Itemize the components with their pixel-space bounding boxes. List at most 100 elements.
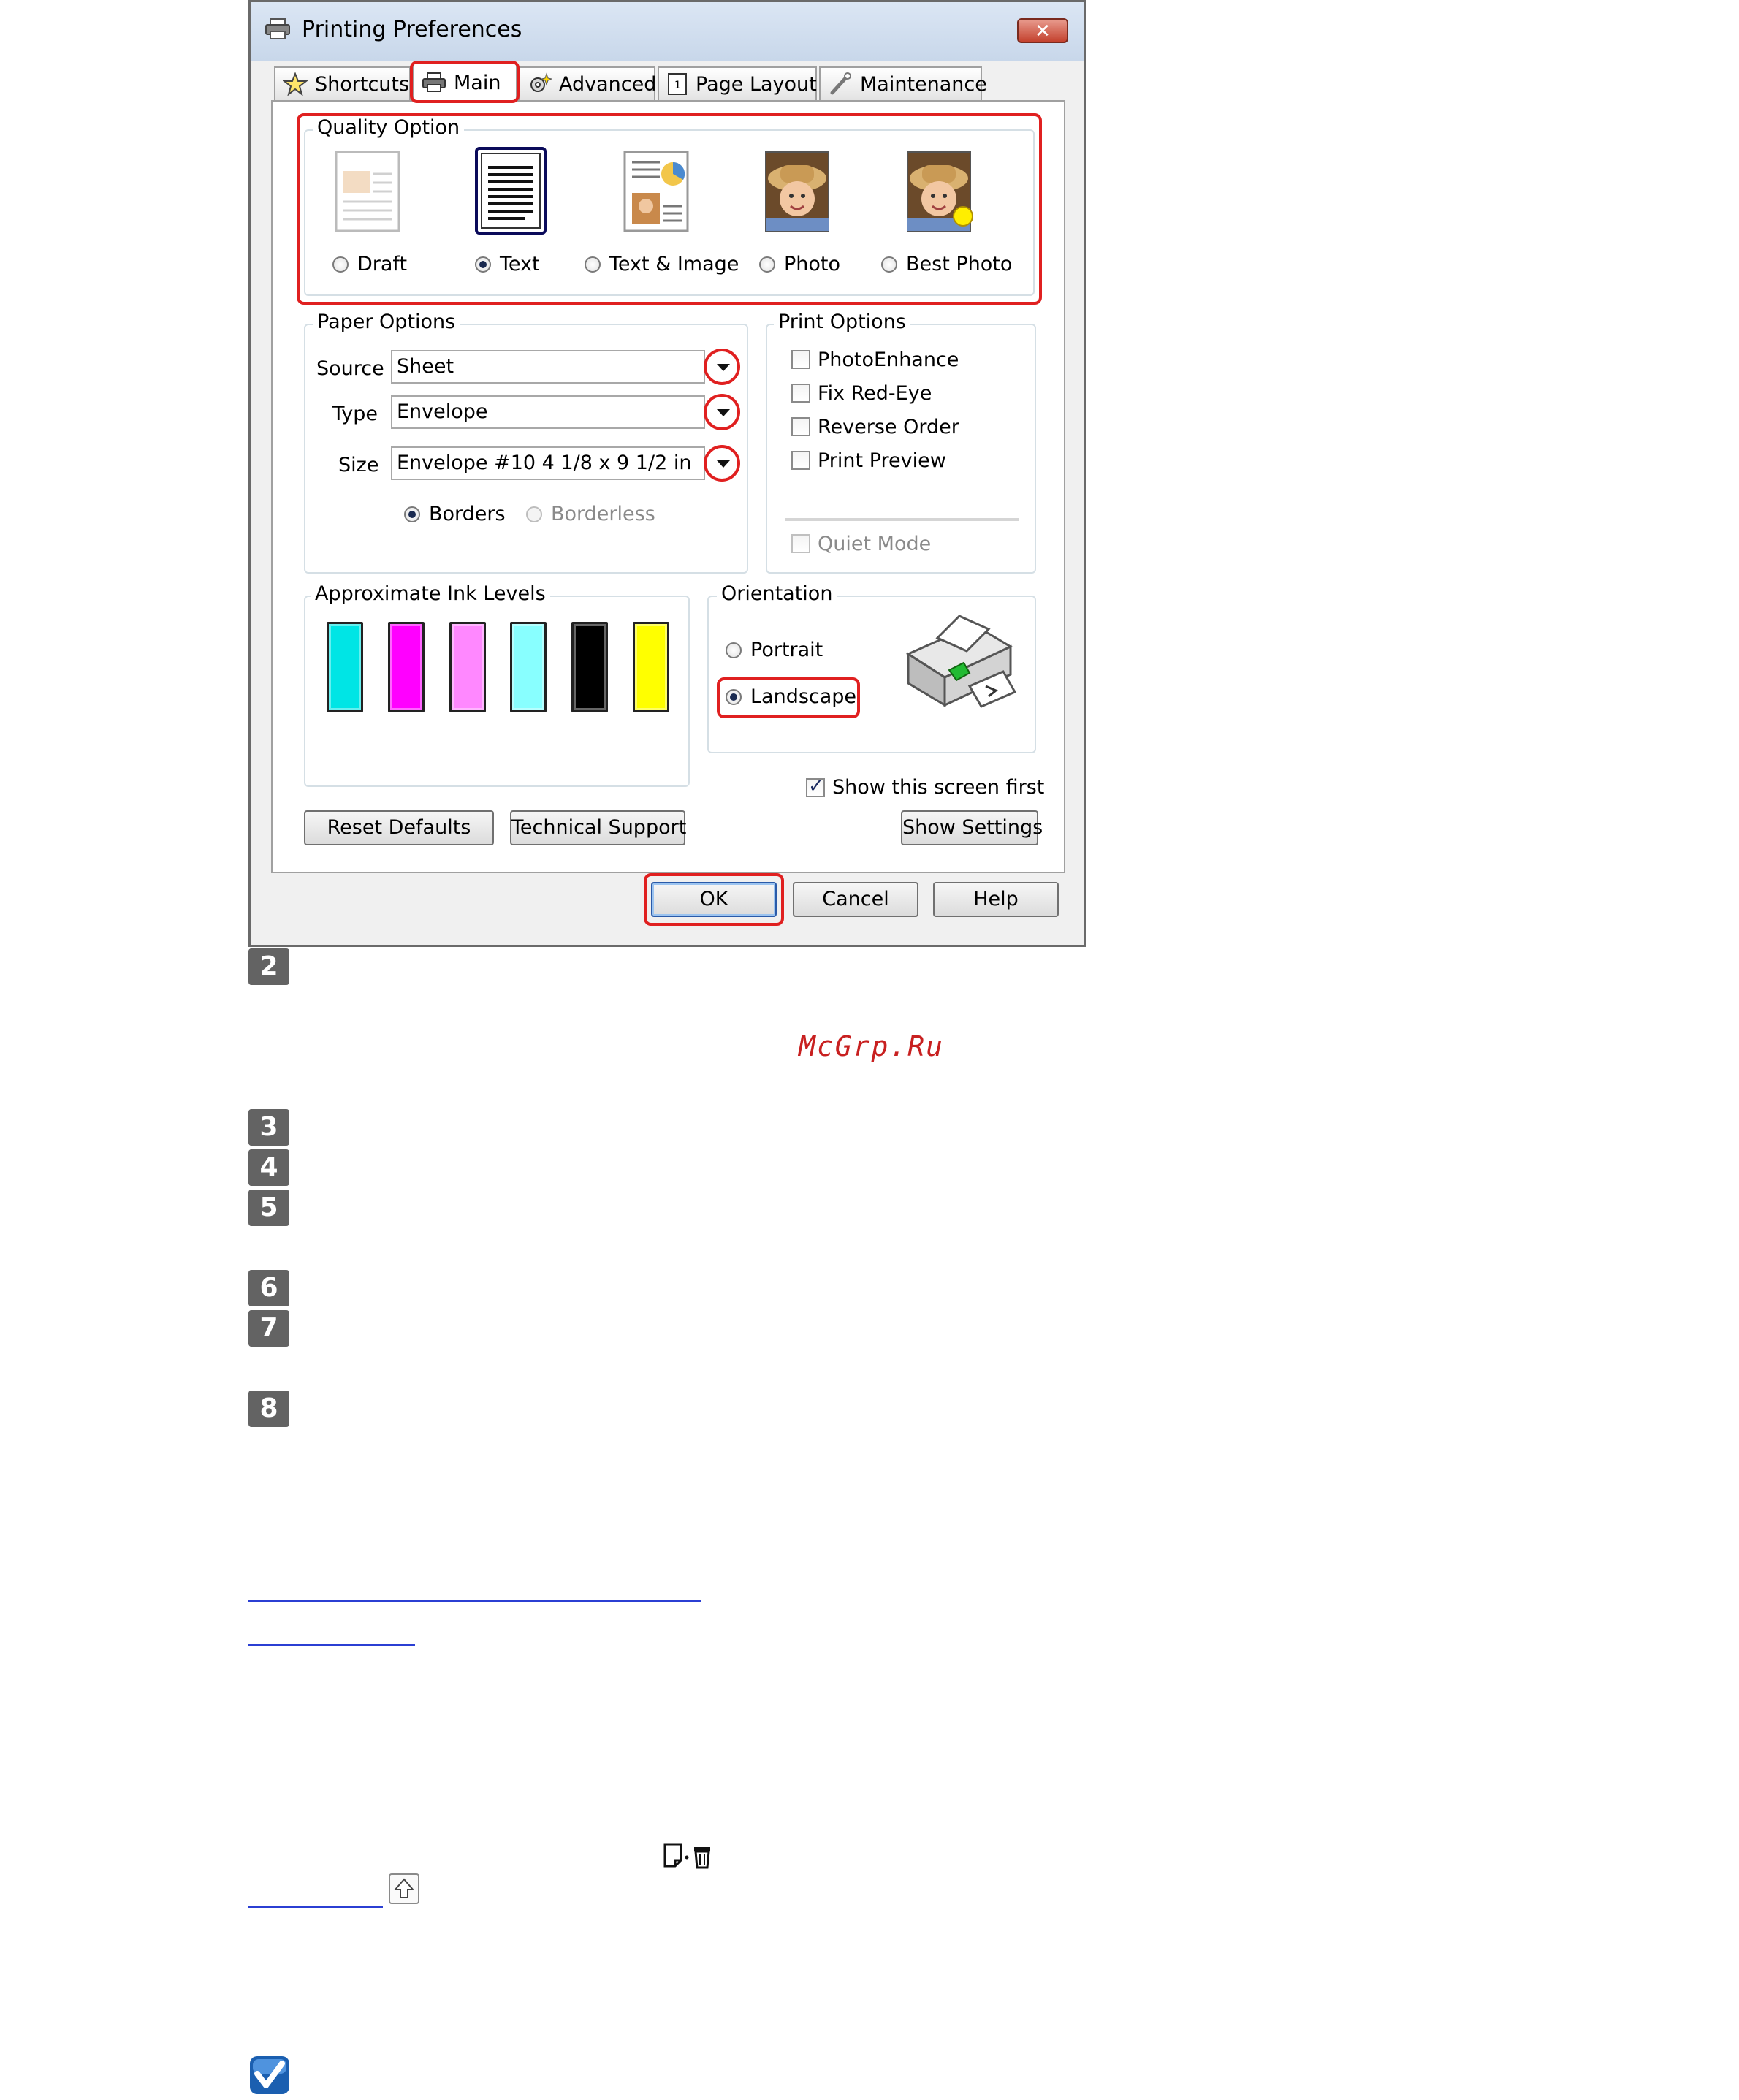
window-title: Printing Preferences — [302, 17, 522, 42]
print-preview-checkbox[interactable] — [791, 451, 810, 470]
tab-page-layout[interactable]: 1 Page Layout — [658, 66, 817, 100]
print-options-legend: Print Options — [774, 311, 910, 333]
ink-levels-legend: Approximate Ink Levels — [311, 582, 550, 605]
tab-maintenance[interactable]: Maintenance — [819, 66, 987, 100]
link-underline[interactable] — [248, 1906, 383, 1908]
tab-advanced[interactable]: Advanced — [518, 66, 657, 100]
best-photo-radio[interactable] — [881, 256, 897, 273]
size-value: Envelope #10 4 1/8 x 9 1/2 in — [397, 452, 692, 474]
photo-radio[interactable] — [759, 256, 775, 273]
step-badge: 6 — [248, 1270, 289, 1306]
draft-radio[interactable] — [332, 256, 349, 273]
show-screen-first-label: Show this screen first — [832, 776, 1045, 799]
link-underline[interactable] — [248, 1600, 701, 1602]
size-dropdown-button[interactable] — [704, 445, 740, 482]
star-icon — [283, 72, 308, 96]
ink-cartridge-yellow — [633, 622, 669, 712]
show-screen-first-checkbox[interactable] — [806, 775, 825, 797]
text-label: Text — [500, 253, 540, 275]
type-select[interactable]: Envelope — [391, 395, 705, 429]
best-photo-label: Best Photo — [906, 253, 1013, 275]
landscape-label: Landscape — [750, 685, 857, 708]
help-button[interactable]: Help — [933, 882, 1059, 917]
orientation-legend: Orientation — [717, 582, 837, 605]
tab-label: Page Layout — [696, 72, 817, 96]
step-badge: 7 — [248, 1310, 289, 1347]
close-button[interactable]: ✕ — [1017, 18, 1068, 43]
link-underline[interactable] — [248, 1644, 415, 1646]
wrench-icon — [830, 72, 851, 95]
text-radio[interactable] — [475, 256, 491, 273]
close-icon: ✕ — [1035, 20, 1051, 42]
fix-red-eye-label: Fix Red-Eye — [818, 382, 932, 405]
tab-label: Advanced — [559, 72, 657, 96]
photoenhance-checkbox[interactable] — [791, 350, 810, 369]
printer-icon — [265, 18, 290, 39]
divider — [785, 518, 1019, 521]
show-settings-button[interactable]: Show Settings — [901, 810, 1043, 845]
portrait-label: Portrait — [750, 639, 823, 661]
ink-cartridge-magenta — [388, 622, 425, 712]
svg-text:1: 1 — [674, 80, 681, 91]
reset-defaults-button[interactable]: Reset Defaults — [304, 810, 494, 845]
borderless-label: Borderless — [551, 503, 655, 525]
step-badge: 4 — [248, 1149, 289, 1186]
check-logo-icon — [250, 2056, 289, 2094]
text-quality-icon — [481, 153, 541, 229]
type-value: Envelope — [397, 400, 488, 423]
landscape-radio[interactable] — [726, 689, 742, 705]
chevron-down-icon — [717, 409, 730, 416]
title-bar: Printing Preferences ✕ — [251, 2, 1084, 61]
fix-red-eye-checkbox[interactable] — [791, 384, 810, 403]
cancel-button[interactable]: Cancel — [793, 882, 918, 917]
source-select[interactable]: Sheet — [391, 350, 705, 384]
step-badge: 5 — [248, 1190, 289, 1226]
reverse-order-checkbox[interactable] — [791, 417, 810, 436]
text-image-radio[interactable] — [585, 256, 601, 273]
printing-preferences-dialog: Printing Preferences ✕ Shortcuts Main Ad… — [248, 0, 1086, 947]
text-image-quality-icon — [623, 151, 689, 232]
photo-label: Photo — [784, 253, 841, 275]
tab-main-highlight — [410, 61, 520, 103]
print-preview-label: Print Preview — [818, 449, 946, 472]
source-label: Source — [316, 357, 384, 380]
step-badge: 3 — [248, 1109, 289, 1146]
quiet-mode-label: Quiet Mode — [818, 533, 932, 555]
quality-option-legend: Quality Option — [313, 116, 465, 139]
portrait-radio[interactable] — [726, 642, 742, 658]
size-label: Size — [338, 454, 379, 476]
chevron-down-icon — [717, 364, 730, 371]
quiet-mode-checkbox[interactable] — [791, 534, 810, 553]
size-select[interactable]: Envelope #10 4 1/8 x 9 1/2 in — [391, 446, 705, 480]
step-badge: 8 — [248, 1391, 289, 1427]
type-dropdown-button[interactable] — [704, 394, 740, 430]
draft-label: Draft — [357, 253, 408, 275]
page-trash-icon — [663, 1843, 710, 1869]
ink-cartridge-light-magenta — [449, 622, 486, 712]
arrow-up-icon — [393, 1878, 415, 1898]
chevron-down-icon — [717, 460, 730, 468]
ink-cartridge-cyan — [327, 622, 363, 712]
gear-sparkle-icon — [530, 72, 552, 92]
page-layout-icon: 1 — [668, 73, 687, 95]
paper-options-legend: Paper Options — [313, 311, 460, 333]
technical-support-button[interactable]: Technical Support — [510, 810, 686, 845]
borders-radio[interactable] — [404, 506, 420, 522]
tab-label: Maintenance — [860, 72, 987, 96]
step-badge: 2 — [248, 948, 289, 985]
draft-quality-icon — [335, 151, 400, 232]
best-photo-quality-icon — [907, 151, 973, 232]
watermark: McGrp.Ru — [799, 1030, 945, 1062]
type-label: Type — [332, 403, 378, 425]
source-dropdown-button[interactable] — [704, 349, 740, 385]
tab-shortcuts[interactable]: Shortcuts — [274, 66, 411, 100]
ok-button[interactable]: OK — [651, 882, 777, 917]
borderless-radio[interactable] — [526, 506, 542, 522]
photoenhance-label: PhotoEnhance — [818, 349, 959, 371]
reverse-order-label: Reverse Order — [818, 416, 959, 438]
text-image-label: Text & Image — [609, 253, 739, 275]
back-to-top-button[interactable] — [389, 1873, 419, 1904]
printer-landscape-icon — [905, 615, 1017, 708]
borders-label: Borders — [429, 503, 506, 525]
photo-quality-icon — [765, 151, 829, 232]
